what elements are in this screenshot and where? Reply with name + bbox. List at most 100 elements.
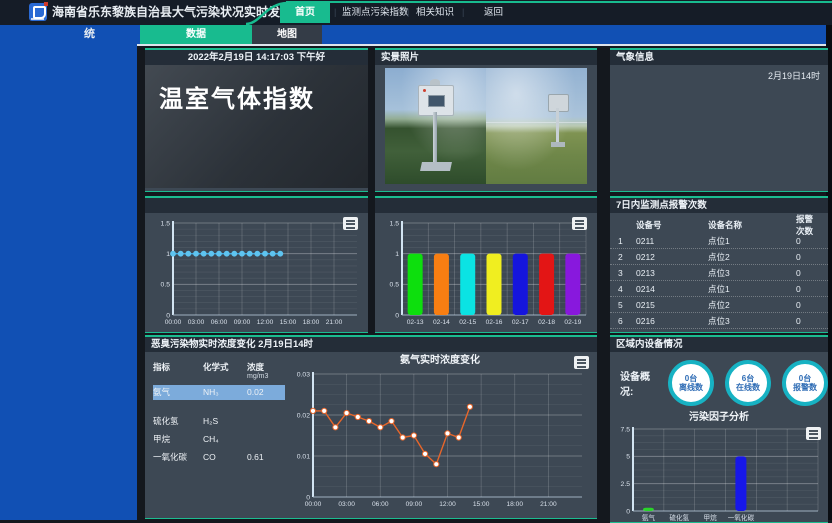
- svg-text:02-14: 02-14: [433, 319, 450, 326]
- tab-map[interactable]: 地图: [252, 25, 322, 44]
- odor-table-row[interactable]: 一氧化碳CO0.61: [153, 450, 285, 465]
- alarm-table-header: 设备号 设备名称 报警次数: [610, 217, 828, 233]
- odor-table-row[interactable]: 硫化氢H₂S: [153, 414, 285, 429]
- alarm-table-row: 30213点位30: [610, 265, 828, 281]
- svg-text:12:00: 12:00: [439, 501, 456, 508]
- alarm-table-row: 40214点位10: [610, 281, 828, 297]
- svg-text:7.5: 7.5: [621, 426, 631, 433]
- chart-menu-icon[interactable]: [806, 427, 821, 440]
- nav-separator: |: [407, 0, 409, 25]
- svg-text:03:00: 03:00: [338, 501, 355, 508]
- svg-text:03:00: 03:00: [187, 319, 204, 326]
- status-line-chart: 00.511.500:0003:0006:0009:0012:0015:0018…: [151, 214, 363, 329]
- chart-menu-icon[interactable]: [574, 356, 589, 369]
- svg-text:一氧化碳: 一氧化碳: [728, 513, 755, 522]
- daily-chart-header: [375, 198, 597, 213]
- panel-photos: 实景照片: [375, 48, 597, 192]
- app-title-wrapped: 统: [84, 25, 95, 44]
- nav-item-home[interactable]: 首页: [280, 3, 330, 23]
- svg-text:09:00: 09:00: [233, 319, 250, 326]
- odor-table-body: 氨气NH₃0.02 硫化氢H₂S 甲烷CH₄ 一氧化碳CO0.61: [153, 385, 285, 465]
- svg-text:1: 1: [166, 251, 170, 258]
- greeting-headline: 温室气体指数: [145, 65, 368, 114]
- alarm-table-body: 10211点位1020212点位2030213点位3040214点位105021…: [610, 233, 828, 329]
- svg-text:甲烷: 甲烷: [703, 513, 717, 522]
- devices-title: 区域内设备情况: [610, 337, 828, 352]
- top-navbar: 海南省乐东黎族自治县大气污染状况实时发布系 首页 | 监测点污染指数 | 相关知…: [0, 0, 832, 25]
- nav-separator: |: [462, 0, 464, 25]
- svg-text:02-18: 02-18: [538, 319, 555, 326]
- weather-title: 气象信息: [610, 50, 828, 65]
- site-photo-1: [385, 68, 486, 184]
- svg-text:02-16: 02-16: [486, 319, 503, 326]
- svg-text:1.5: 1.5: [160, 220, 170, 227]
- svg-text:09:00: 09:00: [406, 501, 423, 508]
- svg-text:18:00: 18:00: [302, 319, 319, 326]
- weather-datetime: 2月19日14时: [610, 65, 828, 86]
- panel-status-chart: 00.511.500:0003:0006:0009:0012:0015:0018…: [145, 196, 368, 333]
- chart-menu-icon[interactable]: [343, 217, 358, 230]
- app-logo-icon: [29, 3, 47, 21]
- svg-text:0.03: 0.03: [297, 371, 310, 378]
- svg-text:0: 0: [626, 508, 630, 515]
- svg-text:02-15: 02-15: [459, 319, 476, 326]
- svg-text:21:00: 21:00: [540, 501, 557, 508]
- alarm-table-row: 50215点位20: [610, 297, 828, 313]
- alarm-table-row: 60216点位30: [610, 313, 828, 329]
- alarm-table-row: 20212点位20: [610, 249, 828, 265]
- svg-text:5: 5: [626, 454, 630, 461]
- factor-bar-chart: 0 2.5 5 7.5 氨气 硫化氢 甲烷 一氧化碳: [615, 424, 823, 523]
- device-stat-circle: 6台在线数: [725, 360, 771, 406]
- device-stat-circle: 0台报警数: [782, 360, 828, 406]
- daily-bar-chart: 00.511.502-1302-1402-1502-1602-1702-1802…: [380, 214, 592, 329]
- status-chart-header: [145, 198, 368, 213]
- svg-text:06:00: 06:00: [372, 501, 389, 508]
- svg-text:15:00: 15:00: [473, 501, 490, 508]
- chart-menu-icon[interactable]: [572, 217, 587, 230]
- odor-table-row[interactable]: 氨气NH₃0.02: [153, 385, 285, 400]
- svg-text:15:00: 15:00: [279, 319, 296, 326]
- device-stat-circle: 0台离线数: [668, 360, 714, 406]
- svg-text:0.01: 0.01: [297, 453, 310, 460]
- svg-text:00:00: 00:00: [164, 319, 181, 326]
- svg-text:00:00: 00:00: [305, 501, 322, 508]
- panel-devices: 区域内设备情况 设备概况: 0台离线数6台在线数0台报警数 污染因子分析 0 2.…: [610, 335, 828, 523]
- blue-band: [0, 25, 832, 44]
- svg-text:18:00: 18:00: [506, 501, 523, 508]
- svg-text:氨气: 氨气: [642, 513, 656, 522]
- photos-title: 实景照片: [375, 50, 597, 65]
- svg-text:12:00: 12:00: [256, 319, 273, 326]
- alarm-table-row: 10211点位10: [610, 233, 828, 249]
- panel-odor: 恶臭污染物实时浓度变化 2月19日14时 指标 化学式 浓度mg/m3 氨气NH…: [145, 335, 597, 519]
- svg-text:0.02: 0.02: [297, 412, 310, 419]
- device-overview-label: 设备概况:: [620, 368, 658, 398]
- svg-text:06:00: 06:00: [210, 319, 227, 326]
- ammonia-chart-wrap: 氨气实时浓度变化 00.010.020.0300:0003:0006:0009:…: [287, 354, 593, 514]
- factor-chart-title: 污染因子分析: [610, 411, 828, 424]
- panel-alarm-table: 7日内监测点报警次数 设备号 设备名称 报警次数 10211点位1020212点…: [610, 196, 828, 333]
- odor-table: 指标 化学式 浓度mg/m3 氨气NH₃0.02 硫化氢H₂S 甲烷CH₄ 一氧化碳C…: [153, 362, 285, 465]
- svg-text:02-13: 02-13: [407, 319, 424, 326]
- ammonia-chart-title: 氨气实时浓度变化: [287, 354, 593, 368]
- alarm-table-title: 7日内监测点报警次数: [610, 198, 828, 213]
- tab-data[interactable]: 数据: [140, 25, 252, 44]
- svg-text:1: 1: [395, 251, 399, 258]
- nav-item-knowledge[interactable]: 相关知识: [416, 0, 454, 25]
- odor-table-row[interactable]: 甲烷CH₄: [153, 432, 285, 447]
- odor-table-header: 指标 化学式 浓度mg/m3: [153, 362, 285, 382]
- site-photo-2: [486, 68, 587, 184]
- greeting-datetime: 2022年2月19日 14:17:03 下午好: [145, 50, 368, 65]
- svg-text:02-19: 02-19: [564, 319, 581, 326]
- svg-text:0: 0: [395, 312, 399, 319]
- nav-item-back[interactable]: 返回: [484, 0, 503, 25]
- svg-text:硫化氢: 硫化氢: [669, 513, 689, 522]
- ammonia-line-chart: 00.010.020.0300:0003:0006:0009:0012:0015…: [287, 368, 591, 511]
- greeting-body: 温室气体指数: [145, 65, 368, 188]
- panel-daily-chart: 00.511.502-1302-1402-1502-1602-1702-1802…: [375, 196, 597, 333]
- left-blue-strip: [0, 44, 137, 520]
- svg-text:2.5: 2.5: [621, 481, 631, 488]
- nav-separator: |: [334, 0, 336, 25]
- nav-item-pollution-index[interactable]: 监测点污染指数: [342, 0, 409, 25]
- svg-text:21:00: 21:00: [325, 319, 342, 326]
- svg-text:0.5: 0.5: [160, 282, 170, 289]
